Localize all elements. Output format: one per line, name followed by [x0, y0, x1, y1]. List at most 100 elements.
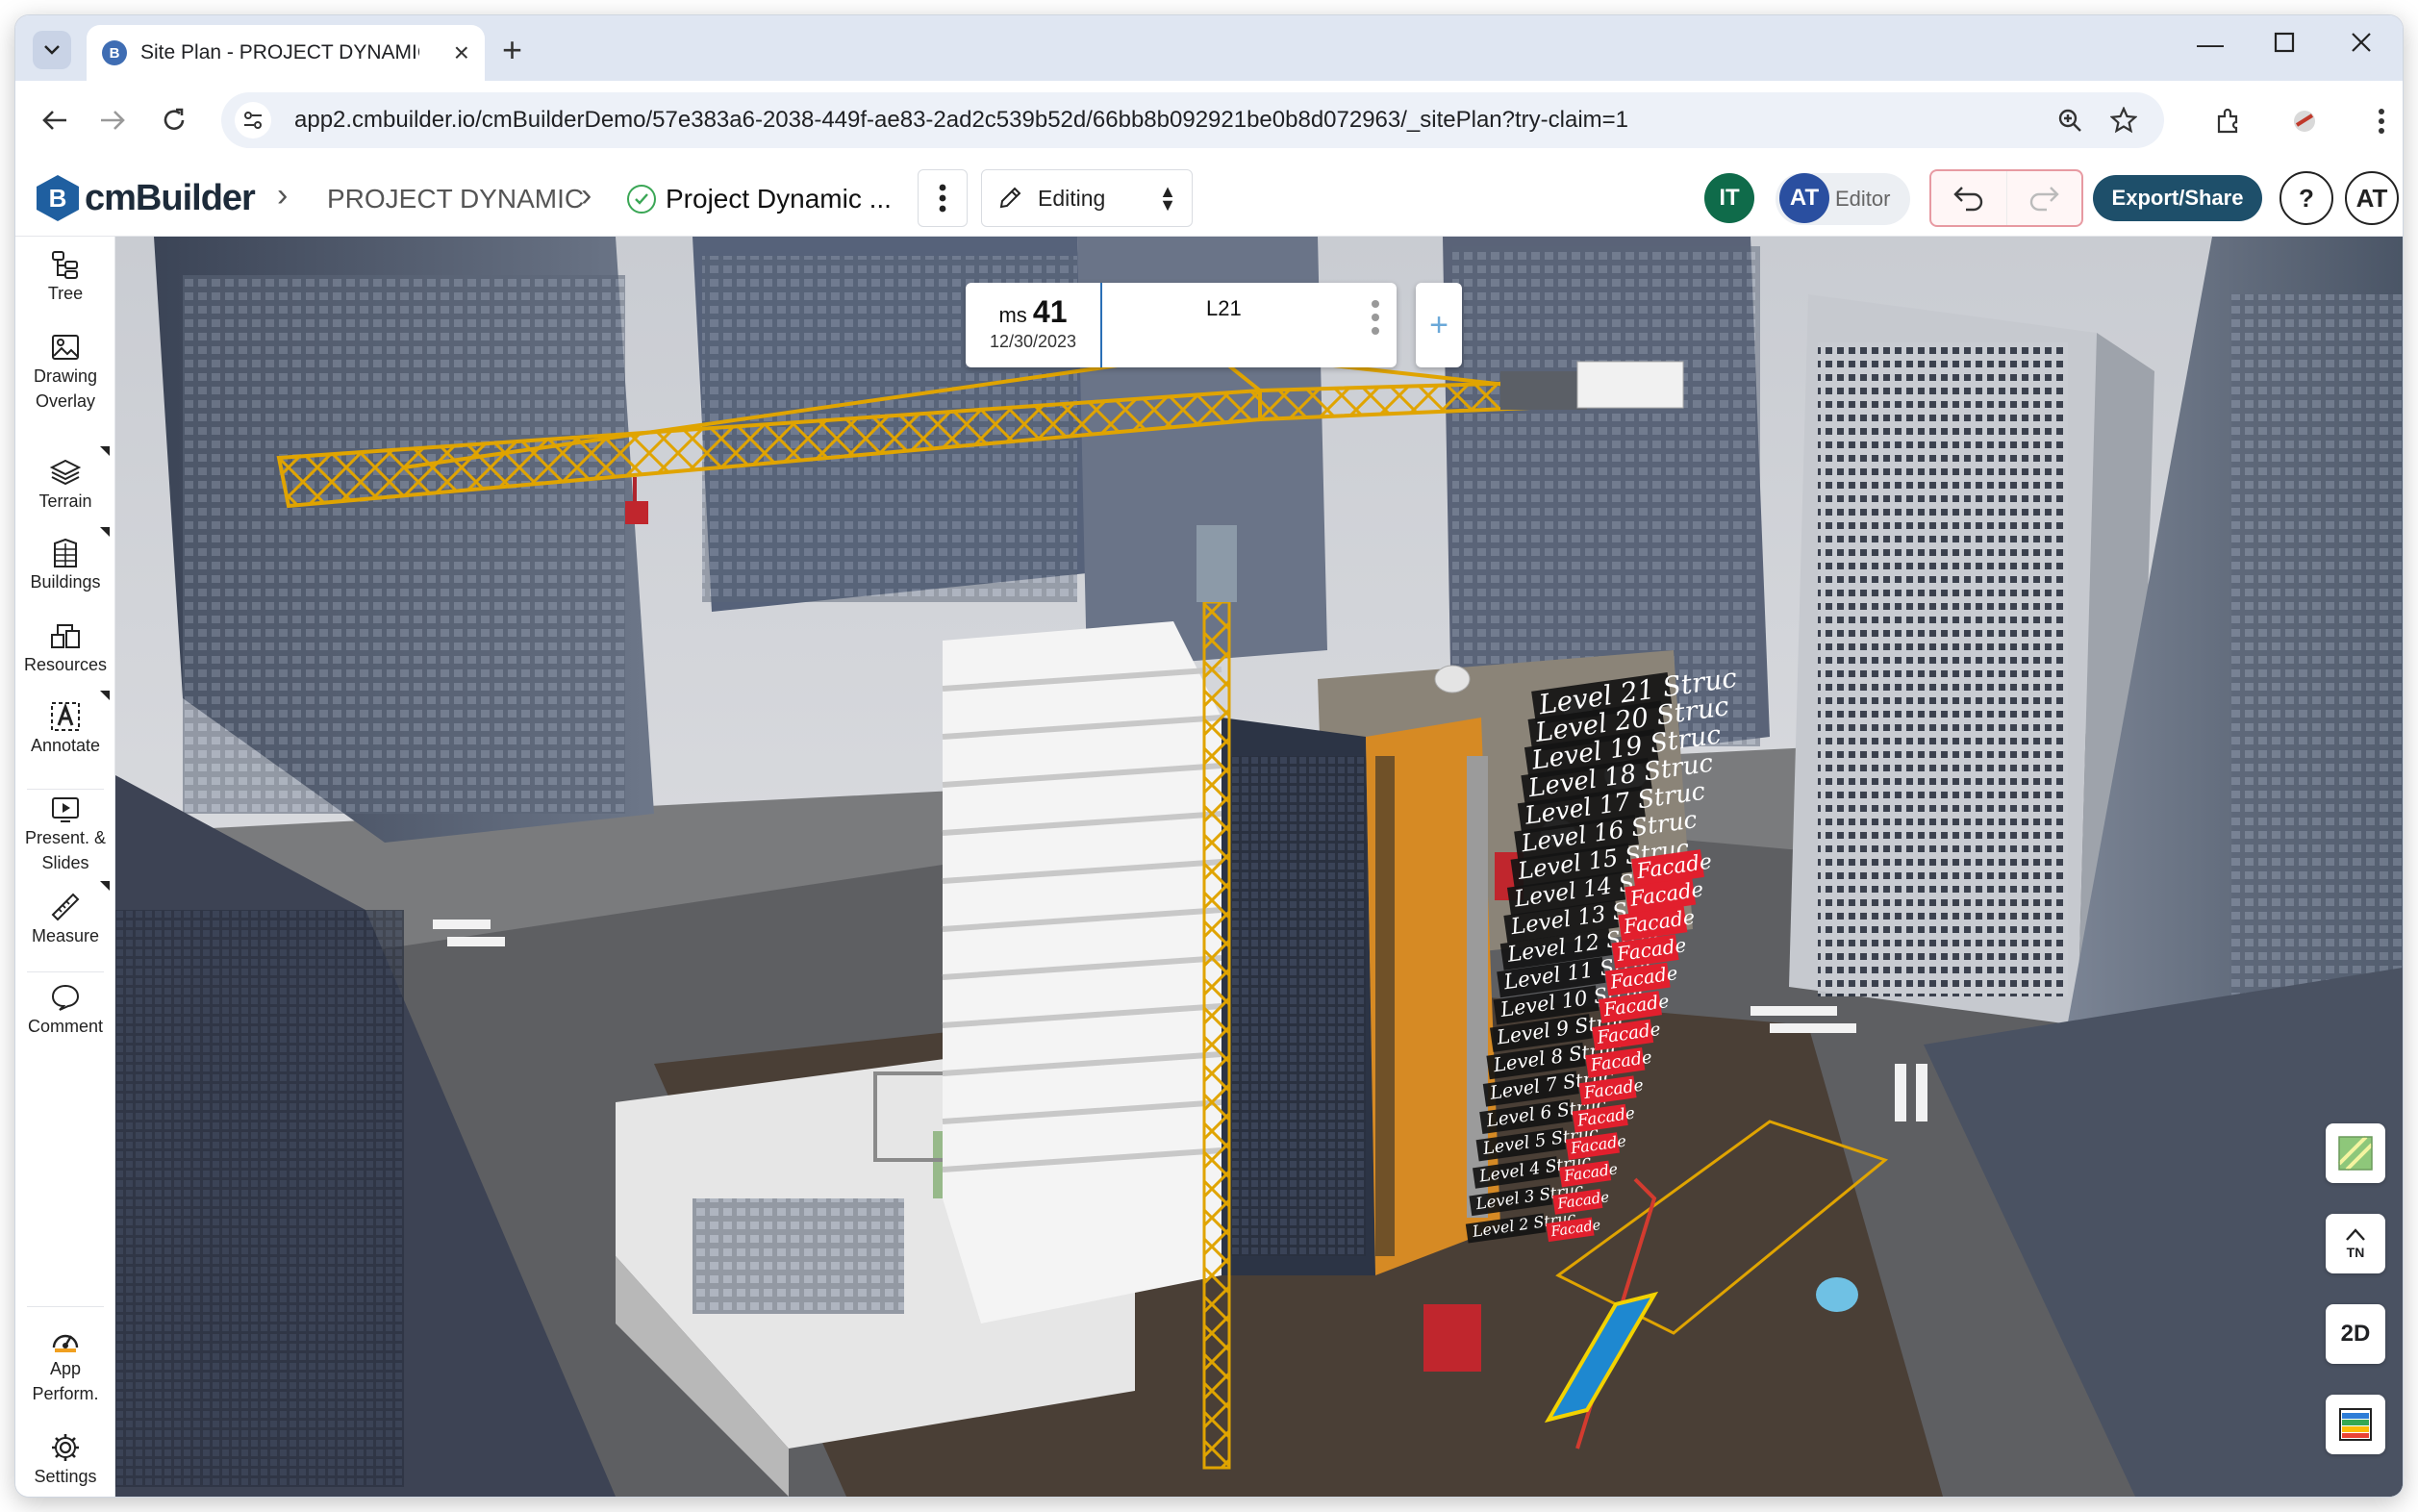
breadcrumb-plan[interactable]: Project Dynamic ...: [666, 184, 892, 214]
rail-label: Tree: [47, 284, 84, 303]
tool-rail: Tree Drawing Overlay Terrain Buildings R…: [15, 237, 115, 1497]
rail-label: Terrain: [38, 491, 92, 511]
reload-button[interactable]: [154, 100, 194, 140]
pencil-icon: [999, 187, 1021, 209]
rail-item-buildings[interactable]: Buildings: [15, 527, 115, 594]
rail-item-resources[interactable]: Resources: [15, 619, 115, 677]
url-text: app2.cmbuilder.io/cmBuilderDemo/57e383a6…: [294, 107, 1629, 133]
rail-divider: [27, 1306, 104, 1307]
collaborator-avatar[interactable]: IT: [1704, 173, 1754, 223]
mode-select[interactable]: Editing ▲ ▼: [981, 169, 1193, 227]
comment-bubble-icon: [51, 984, 80, 1011]
breadcrumb-chevron-icon: ›: [581, 177, 592, 214]
arrow-right-icon: [101, 111, 125, 130]
rail-item-presentation[interactable]: Present. & Slides: [15, 793, 115, 875]
resources-icon: [51, 624, 80, 648]
true-north-button[interactable]: TN: [2326, 1214, 2385, 1273]
presentation-icon: [52, 797, 79, 822]
rail-item-terrain[interactable]: Terrain: [15, 446, 115, 514]
rail-item-annotate[interactable]: Annotate: [15, 691, 115, 758]
tab-strip: B Site Plan - PROJECT DYNAMIC | × + —: [15, 15, 2403, 81]
milestone-options-icon[interactable]: [1372, 300, 1379, 340]
zoom-icon[interactable]: [2054, 105, 2085, 136]
cmbuilder-favicon-icon: B: [102, 40, 127, 65]
submenu-flag-icon: [100, 881, 110, 891]
rail-label: Present. & Slides: [24, 828, 107, 872]
tab-close-icon[interactable]: ×: [454, 39, 469, 66]
add-milestone-button[interactable]: +: [1416, 283, 1462, 367]
milestone-selector[interactable]: ms 41 12/30/2023: [966, 283, 1102, 367]
browser-toolbar: app2.cmbuilder.io/cmBuilderDemo/57e383a6…: [15, 81, 2403, 160]
reload-icon: [164, 108, 185, 130]
browser-menu-icon[interactable]: [2362, 102, 2401, 140]
rail-label: Buildings: [30, 572, 101, 592]
rail-item-comment[interactable]: Comment: [15, 981, 115, 1039]
annotate-text-icon: [51, 702, 80, 731]
rail-item-tree[interactable]: Tree: [15, 248, 115, 306]
mode-label: Editing: [1038, 185, 1106, 211]
cmbuilder-logo[interactable]: B cmBuilder: [37, 175, 256, 221]
breadcrumb-project[interactable]: PROJECT DYNAMIC: [327, 184, 584, 214]
undo-button[interactable]: [1931, 171, 2006, 225]
redo-button[interactable]: [2005, 171, 2082, 225]
export-share-button[interactable]: Export/Share: [2093, 175, 2262, 221]
user-role-label: Editor: [1835, 187, 1891, 211]
undo-icon: [1953, 187, 1982, 212]
address-bar[interactable]: app2.cmbuilder.io/cmBuilderDemo/57e383a6…: [221, 92, 2164, 148]
milestone-prefix: ms: [998, 303, 1027, 327]
account-button[interactable]: AT: [2345, 171, 2399, 225]
milestone-card[interactable]: ms 41 12/30/2023 L21: [966, 283, 1397, 367]
image-icon: [52, 335, 79, 360]
new-tab-icon[interactable]: +: [502, 33, 522, 67]
terrain-layers-icon: [49, 459, 82, 486]
chevron-down-icon: [44, 45, 60, 55]
milestone-date: 12/30/2023: [989, 332, 1077, 351]
rail-item-drawing-overlay[interactable]: Drawing Overlay: [15, 331, 115, 414]
arrow-left-icon: [42, 111, 66, 130]
tab-title: Site Plan - PROJECT DYNAMIC |: [140, 41, 419, 63]
north-arrow-icon: [2346, 1228, 2365, 1241]
minimize-icon[interactable]: —: [2197, 31, 2224, 58]
submenu-flag-icon: [100, 446, 110, 456]
rail-item-measure[interactable]: Measure: [15, 881, 115, 948]
help-button[interactable]: ?: [2279, 171, 2333, 225]
submenu-flag-icon: [100, 527, 110, 537]
app-header: B cmBuilder › PROJECT DYNAMIC › Project …: [15, 160, 2403, 237]
color-layers-icon: [2339, 1408, 2372, 1441]
current-user-avatar[interactable]: AT: [1779, 173, 1829, 223]
forward-button[interactable]: [92, 100, 133, 140]
rail-item-settings[interactable]: Settings: [15, 1431, 115, 1489]
plan-options-button[interactable]: [918, 169, 968, 227]
updown-arrows-icon: ▲ ▼: [1159, 182, 1176, 214]
toggle-2d-button[interactable]: 2D: [2326, 1304, 2385, 1364]
rail-label: Annotate: [30, 736, 101, 755]
extensions-icon[interactable]: [2208, 102, 2247, 140]
construction-scene-render[interactable]: Level 21 StrucLevel 20 StrucLevel 19 Str…: [115, 237, 2403, 1497]
maximize-icon[interactable]: [2274, 31, 2295, 58]
logo-mark-icon: B: [37, 175, 79, 221]
site-info-button[interactable]: [235, 102, 271, 139]
rail-label: Settings: [34, 1467, 97, 1486]
profile-extension-icon[interactable]: [2285, 102, 2324, 140]
rail-label: Drawing Overlay: [33, 366, 98, 411]
close-window-icon[interactable]: [2351, 31, 2372, 58]
tree-icon: [52, 251, 78, 279]
rail-item-app-performance[interactable]: App Perform.: [15, 1323, 115, 1406]
speedometer-icon: [52, 1334, 79, 1352]
basemap-toggle-button[interactable]: [2326, 1123, 2385, 1183]
site-plan-3d-viewport[interactable]: Level 21 Struc Level 20 Struc Level 19 Str…: [115, 237, 2403, 1497]
layer-colors-button[interactable]: [2326, 1395, 2385, 1454]
ruler-icon: [51, 893, 80, 921]
undo-redo-group: [1929, 169, 2083, 227]
tab-search-button[interactable]: [33, 31, 71, 69]
browser-tab-active[interactable]: B Site Plan - PROJECT DYNAMIC | ×: [87, 25, 485, 81]
true-north-label: TN: [2346, 1245, 2365, 1260]
tune-icon: [244, 112, 262, 129]
back-button[interactable]: [35, 100, 75, 140]
milestone-level: L21: [1206, 296, 1242, 320]
submenu-flag-icon: [100, 691, 110, 700]
bookmark-star-icon[interactable]: [2108, 105, 2139, 136]
rail-label: Resources: [23, 655, 108, 674]
gear-icon: [52, 1434, 79, 1461]
rail-divider: [27, 789, 104, 790]
